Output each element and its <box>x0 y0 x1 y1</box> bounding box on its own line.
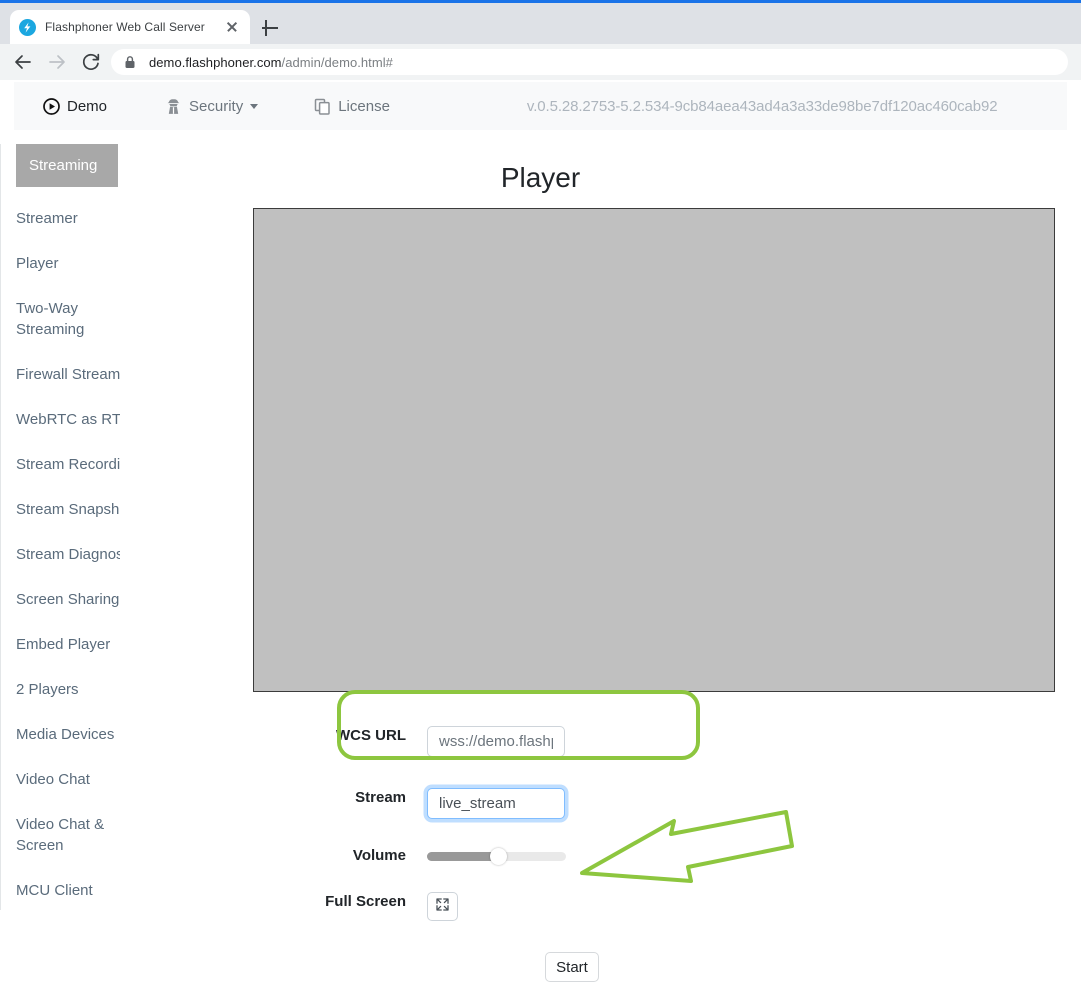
flashphoner-logo-icon <box>19 18 36 36</box>
server-version-label: v.0.5.28.2753-5.2.534-9cb84aea43ad4a3a33… <box>526 97 998 115</box>
video-player-area[interactable] <box>253 208 1055 692</box>
nav-item-license-label: License <box>338 97 390 115</box>
start-button[interactable]: Start <box>545 952 599 982</box>
address-bar-url: demo.flashphoner.com/admin/demo.html# <box>149 55 393 70</box>
sidebar-item-stream-recording[interactable]: Stream Recording <box>16 454 120 475</box>
sidebar-item-two-way-streaming[interactable]: Two-Way Streaming <box>16 298 120 340</box>
url-path: /admin/demo.html# <box>281 54 393 70</box>
arrow-left-icon[interactable] <box>11 50 35 74</box>
page-content: Demo Security License v.0.5.28.2753-5.2.… <box>0 82 1081 982</box>
fullscreen-label: Full Screen <box>325 893 406 910</box>
form-row-fullscreen: Full Screen <box>296 892 458 921</box>
nav-item-license[interactable]: License <box>314 82 390 130</box>
close-icon[interactable] <box>223 18 241 36</box>
copy-pages-icon <box>314 98 331 115</box>
url-domain: demo.flashphoner.com <box>149 54 282 70</box>
caret-down-icon <box>250 103 259 109</box>
sidebar-item-stream-diagnostic[interactable]: Stream Diagnostic <box>16 544 120 565</box>
nav-item-security[interactable]: Security <box>165 82 259 130</box>
arrow-right-icon[interactable] <box>45 50 69 74</box>
nav-item-demo[interactable]: Demo <box>43 82 107 130</box>
sidebar-item-stream-snapshot[interactable]: Stream Snapshot <box>16 499 120 520</box>
reload-icon[interactable] <box>79 50 103 74</box>
volume-slider[interactable] <box>427 848 566 865</box>
lock-icon <box>124 55 136 69</box>
sidebar-item-screen-sharing[interactable]: Screen Sharing <box>16 589 120 610</box>
play-circle-icon <box>43 97 60 115</box>
sidebar-item-webrtc-as-rtmp[interactable]: WebRTC as RTMP <box>16 409 120 430</box>
plus-icon[interactable] <box>258 16 282 40</box>
stream-input[interactable] <box>427 788 565 819</box>
user-secret-icon <box>165 98 182 115</box>
nav-item-security-label: Security <box>189 97 244 115</box>
app-navbar: Demo Security License v.0.5.28.2753-5.2.… <box>14 82 1067 130</box>
sidebar-item-streamer[interactable]: Streamer <box>16 208 120 229</box>
fullscreen-button[interactable] <box>427 892 458 921</box>
volume-slider-thumb[interactable] <box>490 848 507 865</box>
volume-slider-fill <box>427 852 495 861</box>
address-bar[interactable]: demo.flashphoner.com/admin/demo.html# <box>111 49 1068 75</box>
form-row-wcs-url: WCS URL <box>296 726 565 757</box>
player-form: WCS URL Stream Volume Full Screen <box>0 642 1081 982</box>
browser-tab-title: Flashphoner Web Call Server <box>45 20 205 34</box>
page-title: Player <box>500 162 581 193</box>
stream-label: Stream <box>355 789 406 806</box>
nav-item-demo-label: Demo <box>67 97 108 115</box>
wcs-url-input[interactable] <box>427 726 565 757</box>
sidebar-item-player[interactable]: Player <box>16 253 120 274</box>
volume-label: Volume <box>352 847 406 864</box>
expand-arrows-icon <box>436 897 449 916</box>
browser-tab-strip: Flashphoner Web Call Server <box>0 3 1081 44</box>
form-row-stream: Stream <box>296 788 565 819</box>
sidebar-item-firewall-streaming[interactable]: Firewall Streaming <box>16 364 120 385</box>
wcs-url-label: WCS URL <box>336 727 406 744</box>
form-row-volume: Volume <box>296 846 566 866</box>
browser-tab[interactable]: Flashphoner Web Call Server <box>10 10 250 44</box>
browser-toolbar: demo.flashphoner.com/admin/demo.html# <box>0 44 1081 80</box>
browser-chrome: Flashphoner Web Call Server demo.flashph… <box>0 0 1081 82</box>
